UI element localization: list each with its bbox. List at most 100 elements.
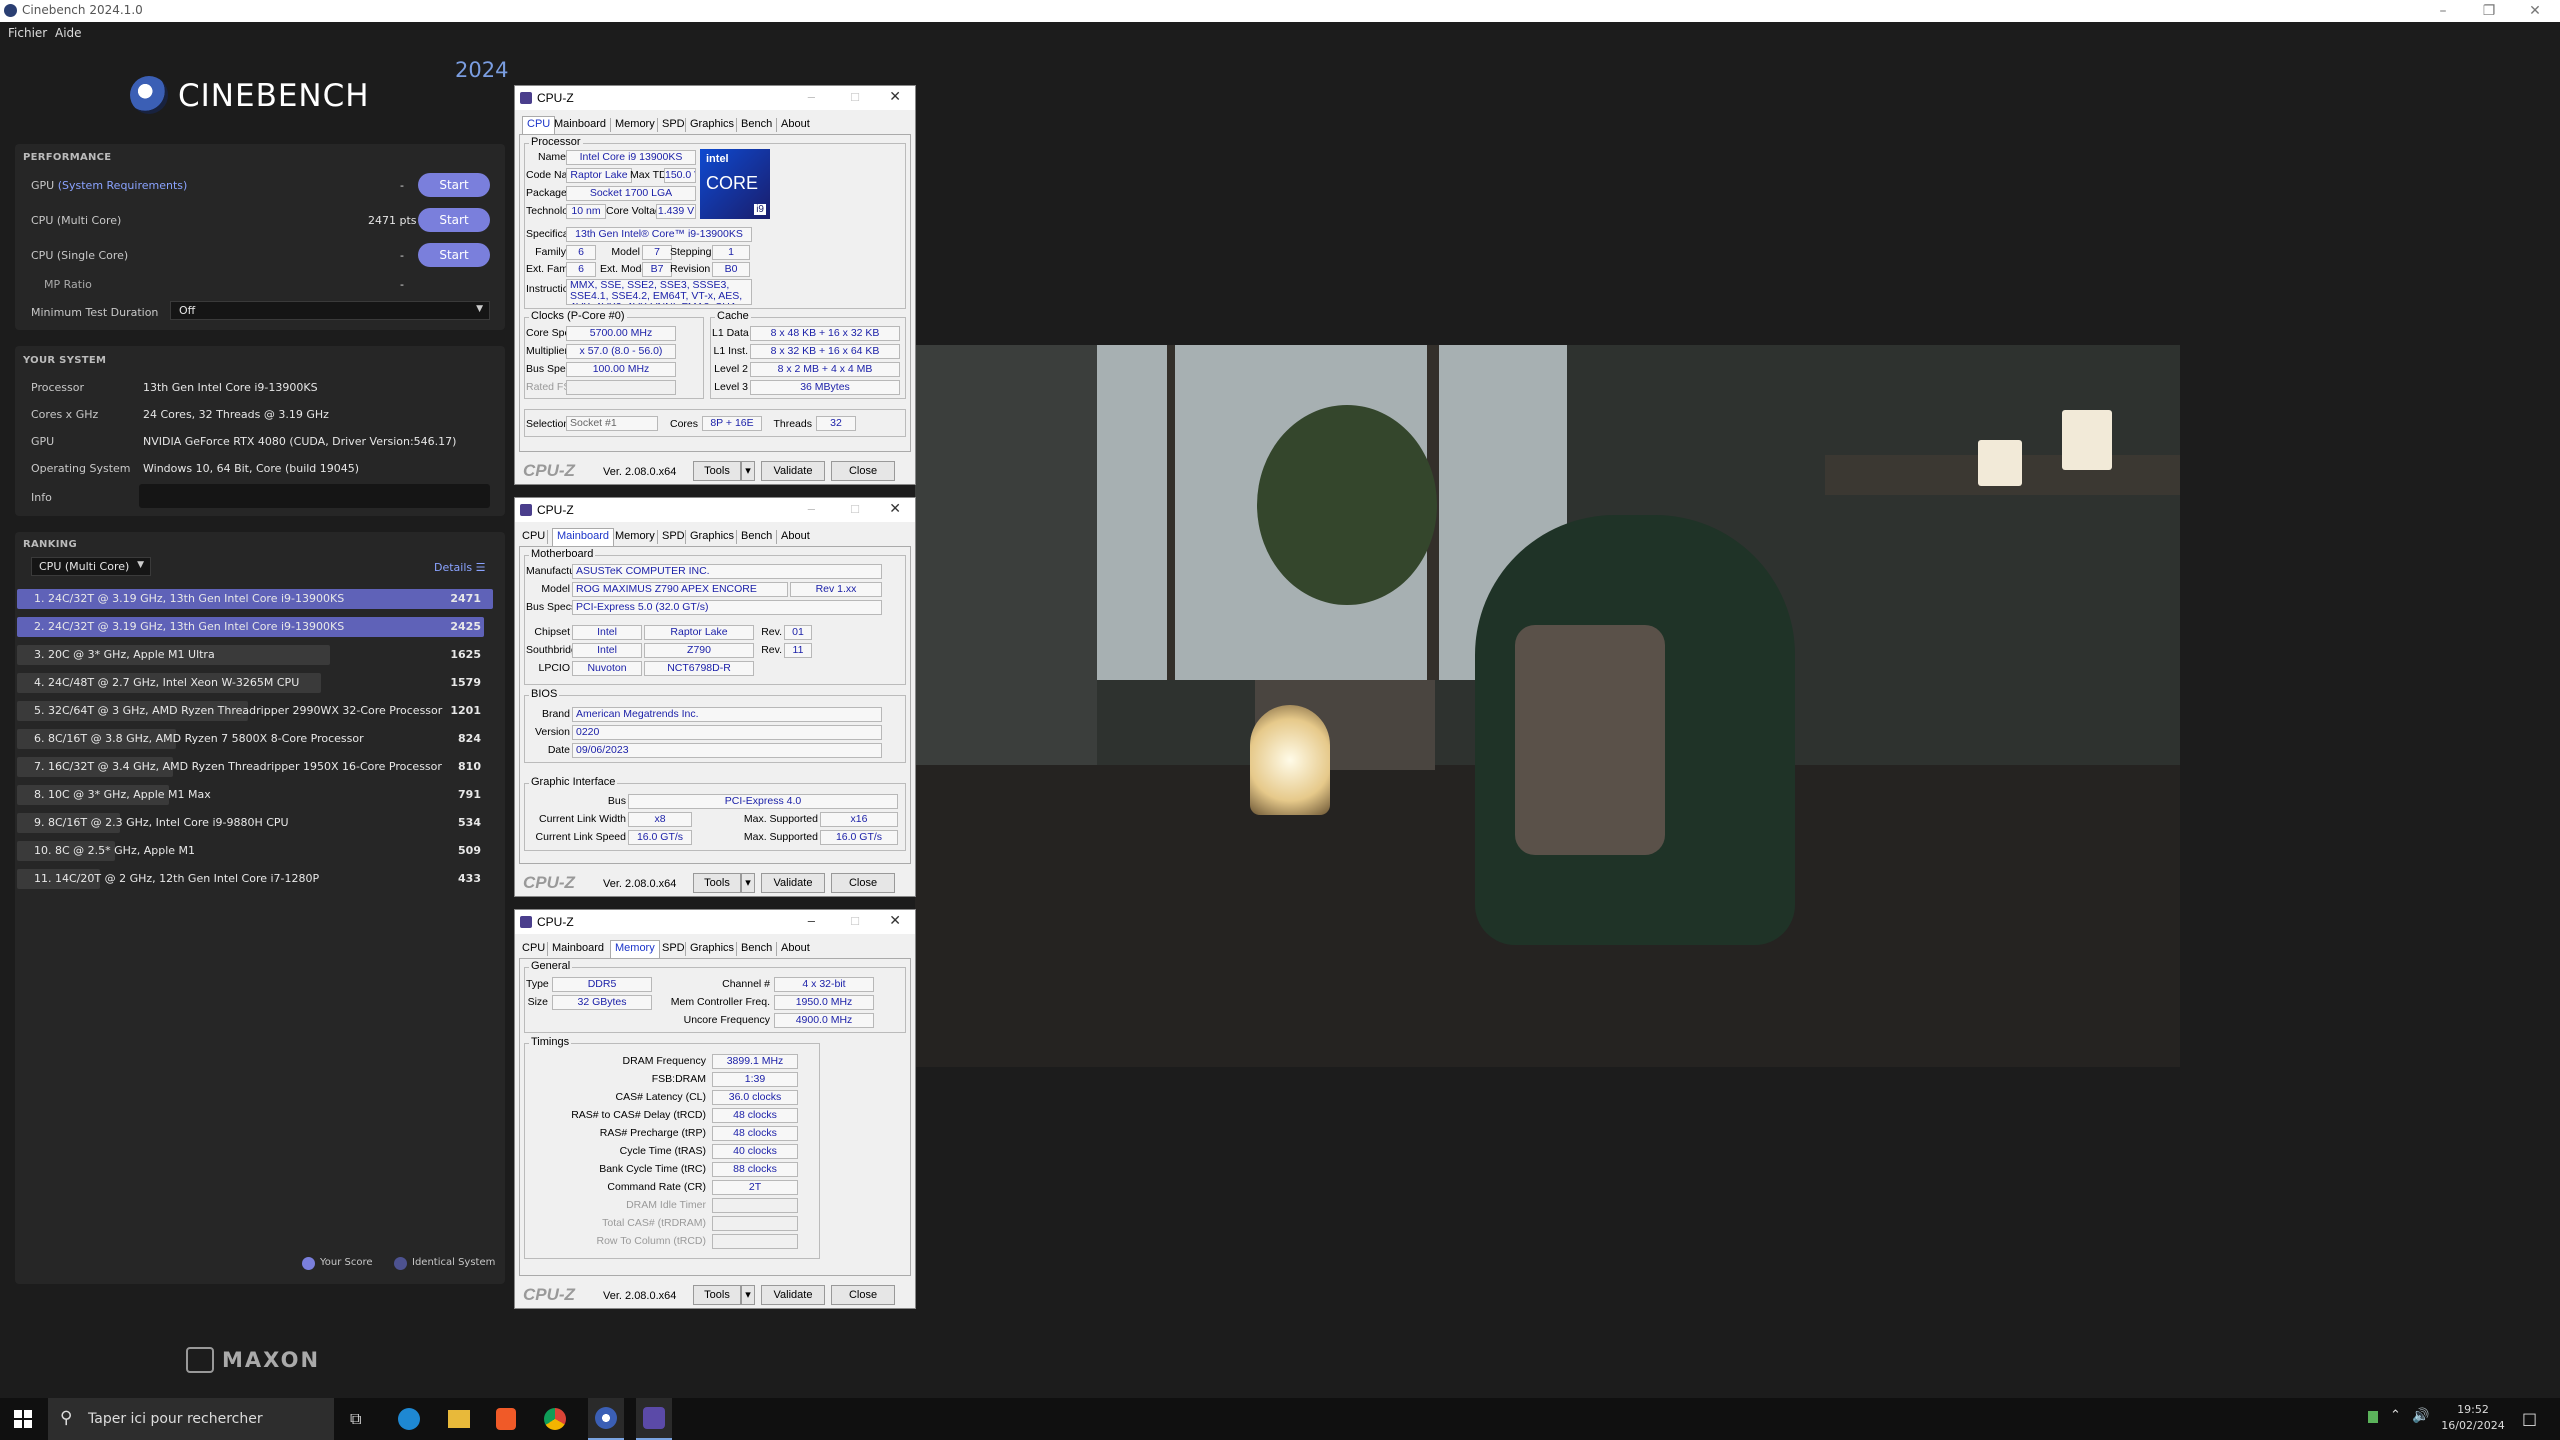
close-button[interactable]: Close [831,461,895,481]
tools-dropdown-icon[interactable]: ▾ [741,873,755,893]
bus-speed-label: Bus Speed [526,363,578,375]
maximize-icon[interactable]: ❐ [2466,0,2512,22]
menu-file[interactable]: Fichier [8,26,47,40]
tab-cpu[interactable]: CPU [522,116,556,134]
ranking-test-select[interactable]: CPU (Multi Core) ▼ [31,557,151,576]
nvidia-tray-icon[interactable] [2368,1411,2378,1423]
timing-value: 2T [712,1180,798,1195]
clock-time[interactable]: 19:52 [2443,1403,2503,1416]
tab-cpu[interactable]: CPU [522,940,545,958]
minimize-icon[interactable]: – [808,501,815,516]
gpu-requirements-link[interactable]: (System Requirements) [58,179,188,192]
close-icon[interactable]: ✕ [889,88,901,105]
timing-label: Row To Column (tRCD) [596,1235,707,1247]
cinebench-taskbar-button[interactable] [588,1398,624,1440]
ranking-entry-score: 2471 [450,592,481,605]
ranking-row[interactable]: 5. 32C/64T @ 3 GHz, AMD Ryzen Threadripp… [17,701,493,721]
ranking-row[interactable]: 11. 14C/20T @ 2 GHz, 12th Gen Intel Core… [17,869,493,889]
tab-graphics[interactable]: Graphics [690,116,734,134]
task-view-icon[interactable]: ⧉ [350,1409,361,1429]
ranking-row[interactable]: 4. 24C/48T @ 2.7 GHz, Intel Xeon W-3265M… [17,673,493,693]
tools-button[interactable]: Tools [693,1285,741,1305]
tab-bench[interactable]: Bench [741,116,772,134]
tools-dropdown-icon[interactable]: ▾ [741,1285,755,1305]
minimize-icon[interactable]: – [2420,0,2466,22]
tab-graphics[interactable]: Graphics [690,940,734,958]
ranking-row[interactable]: 2. 24C/32T @ 3.19 GHz, 13th Gen Intel Co… [17,617,493,637]
current-link-width-label: Current Link Width [539,813,626,825]
system-info-field[interactable] [139,484,490,508]
close-button[interactable]: Close [831,873,895,893]
maximize-icon[interactable]: □ [851,89,859,104]
clock-date[interactable]: 16/02/2024 [2436,1419,2510,1432]
tools-button[interactable]: Tools [693,873,741,893]
ranking-row[interactable]: 8. 10C @ 3* GHz, Apple M1 Max 791 [17,785,493,805]
ranking-row[interactable]: 7. 16C/32T @ 3.4 GHz, AMD Ryzen Threadri… [17,757,493,777]
min-duration-select[interactable]: Off ▼ [170,301,490,320]
brave-icon[interactable] [496,1408,516,1430]
ranking-row[interactable]: 10. 8C @ 2.5* GHz, Apple M1 509 [17,841,493,861]
maximize-icon[interactable]: □ [851,501,859,516]
cpu-single-start-button[interactable]: Start [418,243,490,267]
tab-about[interactable]: About [781,528,810,546]
tab-mainboard[interactable]: Mainboard [554,116,606,134]
tab-spd[interactable]: SPD [662,528,685,546]
taskbar-search-box[interactable]: ⚲ Taper ici pour rechercher [48,1398,334,1440]
network-icon[interactable]: ⌃ [2390,1408,2401,1423]
cpu-model-value: 7 [642,245,672,260]
bios-version-value: 0220 [572,725,882,740]
southbridge-model: Z790 [644,643,754,658]
tab-cpu[interactable]: CPU [522,528,545,546]
validate-button[interactable]: Validate [761,873,825,893]
gpu-start-button[interactable]: Start [418,173,490,197]
close-icon[interactable]: ✕ [2512,0,2558,22]
render-candle [1978,440,2022,486]
tab-separator [736,942,737,956]
cpu-maxtdp-value: 150.0 W [664,168,696,183]
ranking-row[interactable]: 3. 20C @ 3* GHz, Apple M1 Ultra 1625 [17,645,493,665]
ranking-details-button[interactable]: Details ☰ [434,561,486,574]
tab-about[interactable]: About [781,116,810,134]
tab-spd[interactable]: SPD [662,940,685,958]
maximize-icon[interactable]: □ [851,913,859,928]
validate-button[interactable]: Validate [761,461,825,481]
notifications-icon[interactable]: □ [2522,1409,2537,1428]
close-button[interactable]: Close [831,1285,895,1305]
minimize-icon[interactable]: – [808,89,815,104]
brand-year: 2024 [455,58,509,82]
tab-memory[interactable]: Memory [615,528,655,546]
windows-start-icon[interactable] [14,1410,32,1428]
max-supported-speed-value: 16.0 GT/s [820,830,898,845]
close-icon[interactable]: ✕ [889,500,901,517]
file-explorer-icon[interactable] [448,1410,470,1428]
chrome-icon[interactable] [544,1408,566,1430]
tools-dropdown-icon[interactable]: ▾ [741,461,755,481]
tab-memory[interactable]: Memory [610,940,660,958]
selection-select[interactable]: Socket #1 [566,416,658,431]
tab-graphics[interactable]: Graphics [690,528,734,546]
validate-button[interactable]: Validate [761,1285,825,1305]
cpu-multi-start-button[interactable]: Start [418,208,490,232]
tab-memory[interactable]: Memory [615,116,655,134]
cpuz-title: CPU-Z [537,91,574,105]
ranking-row[interactable]: 9. 8C/16T @ 2.3 GHz, Intel Core i9-9880H… [17,813,493,833]
ranking-row[interactable]: 6. 8C/16T @ 3.8 GHz, AMD Ryzen 7 5800X 8… [17,729,493,749]
tab-bench[interactable]: Bench [741,528,772,546]
ranking-row[interactable]: 1. 24C/32T @ 3.19 GHz, 13th Gen Intel Co… [17,589,493,609]
ranking-entry-label: 2. 24C/32T @ 3.19 GHz, 13th Gen Intel Co… [34,620,345,633]
menu-help[interactable]: Aide [55,26,82,40]
tools-button[interactable]: Tools [693,461,741,481]
close-icon[interactable]: ✕ [889,912,901,929]
cpuz-taskbar-button[interactable] [636,1398,672,1440]
tab-spd[interactable]: SPD [662,116,685,134]
tab-bench[interactable]: Bench [741,940,772,958]
tab-about[interactable]: About [781,940,810,958]
l1-inst-label: L1 Inst. [713,345,748,357]
your-score-legend-icon [302,1257,315,1270]
tab-mainboard[interactable]: Mainboard [552,940,604,958]
edge-icon[interactable] [398,1408,420,1430]
volume-icon[interactable]: 🔊 [2412,1408,2429,1424]
timing-label: Cycle Time (tRAS) [619,1145,706,1157]
minimize-icon[interactable]: – [808,913,815,928]
tab-mainboard[interactable]: Mainboard [552,528,614,546]
